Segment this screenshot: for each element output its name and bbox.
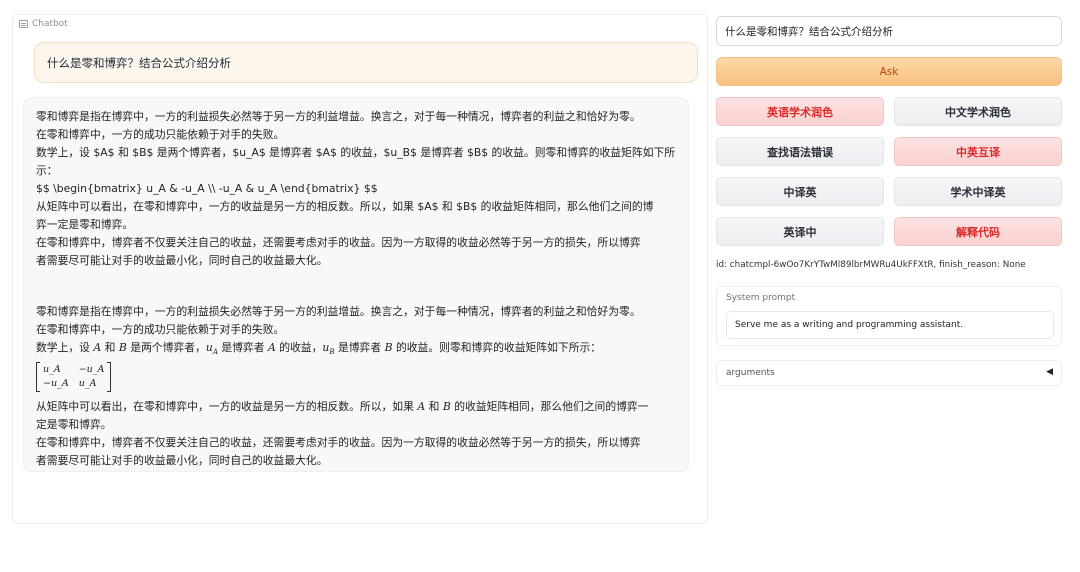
chatbot-panel: Chatbot 什么是零和博弈？结合公式介绍分析 零和博弈是指在博弈中，一方的利… [12,14,708,524]
math-var: B [384,341,393,354]
math-var: A [267,341,276,354]
text-fragment: 的收益。则零和博弈的收益矩阵如下所示： [395,341,602,354]
text-fragment: 是两个博弈者， [130,341,206,354]
math-var: uB [322,341,335,357]
rendered-line: 从矩阵中可以看出，在零和博弈中，一方的收益是另一方的相反数。所以，如果 A 和 … [36,398,676,416]
math-var: A [417,400,426,414]
function-button-label: 中文学术润色 [945,105,1011,119]
function-button-label: 英译中 [783,225,817,239]
rendered-line: 数学上，设 A 和 B 是两个博弈者，uA 是博弈者 A 的收益，uB 是博弈者… [36,339,676,361]
function-button-label: 英语学术润色 [767,105,833,119]
raw-line: 在零和博弈中，一方的成功只能依赖于对手的失败。 [36,128,285,141]
function-button-label: 中英互译 [956,145,1000,159]
bot-message: 零和博弈是指在博弈中，一方的利益损失必然等于另一方的利益增益。换言之，对于每一种… [23,97,689,472]
function-button-label: 查找语法错误 [767,145,833,159]
function-button[interactable]: 英语学术润色 [716,97,884,126]
text-fragment: 是博弈者 [221,341,265,354]
raw-line: $$ \begin{bmatrix} u_A & -u_A \\ -u_A & … [36,182,378,195]
math-var: A [93,341,102,354]
text-fragment: 和 [428,400,440,414]
user-message: 什么是零和博弈？结合公式介绍分析 [34,42,698,83]
math-var: uA [205,341,218,357]
rendered-line: 零和博弈是指在博弈中，一方的利益损失必然等于另一方的利益增益。换言之，对于每一种… [36,305,641,318]
function-button-label: 解释代码 [956,225,1000,239]
function-button[interactable]: 中文学术润色 [894,97,1062,126]
text-fragment: 的收益矩阵相同，那么他们之间的博弈一 [454,400,649,414]
matrix-cell: −u_A [43,378,69,390]
text-fragment: 的收益， [279,341,323,354]
math-var: B [118,341,127,354]
function-button[interactable]: 学术中译英 [894,177,1062,206]
arguments-label: arguments [726,368,775,378]
chatbot-label-text: Chatbot [32,19,68,29]
function-button[interactable]: 查找语法错误 [716,137,884,166]
matrix-cell: u_A [78,378,97,390]
function-button[interactable]: 英译中 [716,217,884,246]
function-button[interactable]: 中译英 [716,177,884,206]
payoff-matrix: u_A −u_A −u_A u_A [36,362,112,393]
raw-line: 数学上，设 $A$ 和 $B$ 是两个博弈者，$u_A$ 是博弈者 $A$ 的收… [36,146,676,159]
matrix-cell: u_A [43,364,61,376]
text-fragment: 从矩阵中可以看出，在零和博弈中，一方的收益是另一方的相反数。所以，如果 [36,400,414,414]
function-button-label: 学术中译英 [950,185,1006,199]
status-line: id: chatcmpl-6wOo7KrYTwMl89lbrMWRu4UkFFX… [716,260,1026,270]
math-var: B [442,400,451,414]
function-button-label: 中译英 [783,185,817,199]
chatbot-label: Chatbot [19,19,68,29]
matrix-cell: −u_A [78,364,105,376]
raw-line: 弈一定是零和博弈。 [36,218,134,231]
matrix-bracket-right [107,362,112,393]
rendered-line: 定是零和博弈。 [36,418,112,432]
raw-line: 零和博弈是指在博弈中，一方的利益损失必然等于另一方的利益增益。换言之，对于每一种… [36,110,641,123]
system-prompt-input[interactable]: Serve me as a writing and programming as… [726,311,1054,339]
rendered-line: 者需要尽可能让对手的收益最小化，同时自己的收益最大化。 [36,454,328,468]
ask-button[interactable]: Ask [716,57,1062,86]
system-prompt-panel: System prompt Serve me as a writing and … [716,286,1062,346]
text-fragment: 数学上，设 [36,341,90,354]
collapse-arrow-icon[interactable]: ◀ [1046,367,1053,377]
raw-line: 在零和博弈中，博弈者不仅要关注自己的收益，还需要考虑对手的收益。因为一方取得的收… [36,236,641,249]
rendered-line: 在零和博弈中，一方的成功只能依赖于对手的失败。 [36,323,285,336]
question-input[interactable]: 什么是零和博弈？结合公式介绍分析 [716,16,1062,46]
chat-icon [19,20,28,28]
arguments-accordion[interactable]: arguments ◀ [716,360,1062,386]
function-button[interactable]: 解释代码 [894,217,1062,246]
raw-line: 者需要尽可能让对手的收益最小化，同时自己的收益最大化。 [36,254,328,267]
system-prompt-label: System prompt [726,293,796,303]
text-fragment: 是博弈者 [337,341,382,354]
function-button[interactable]: 中英互译 [894,137,1062,166]
raw-line: 示： [36,164,58,177]
rendered-line: 在零和博弈中，博弈者不仅要关注自己的收益，还需要考虑对手的收益。因为一方取得的收… [36,436,641,450]
raw-line: 从矩阵中可以看出，在零和博弈中，一方的收益是另一方的相反数。所以，如果 $A$ … [36,200,654,213]
text-fragment: 和 [104,341,116,354]
